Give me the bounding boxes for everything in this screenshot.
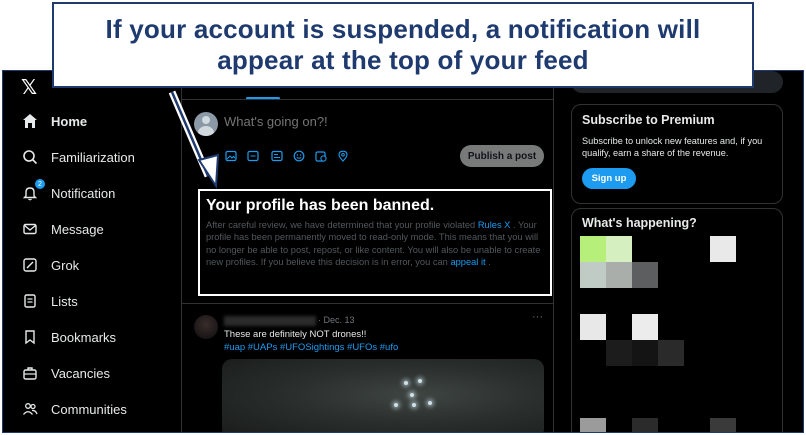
sidebar-item-notification[interactable]: 2 Notification [21, 178, 115, 208]
publish-post-button[interactable]: Publish a post [460, 145, 544, 167]
callout-line-2: appear at the top of your feed [217, 45, 589, 75]
light-dot [394, 403, 398, 407]
x-app-window: 𝕏 Home Familiarization 2 Notification Me… [2, 70, 804, 433]
pixelated-block [580, 314, 606, 340]
pixelated-block [580, 418, 606, 432]
gif-icon[interactable] [246, 149, 260, 163]
people-icon [21, 400, 39, 418]
mail-icon [21, 220, 39, 238]
pixelated-block [632, 314, 658, 340]
light-dot [418, 379, 422, 383]
avatar[interactable] [194, 112, 218, 136]
compose-box [182, 99, 553, 181]
sidebar-item-vacancies[interactable]: Vacancies [21, 358, 110, 388]
rules-link[interactable]: Rules X [478, 220, 511, 230]
premium-text: Subscribe to unlock new features and, if… [582, 136, 763, 158]
sign-up-button[interactable]: Sign up [582, 168, 636, 189]
sidebar-item-label: Communities [51, 401, 127, 417]
sidebar-item-label: Grok [51, 257, 80, 273]
light-dot [404, 381, 408, 385]
sidebar-item-label: Message [51, 221, 104, 237]
suspension-message: After careful review, we have determined… [206, 219, 544, 268]
suspension-text-part: After careful review, we have determined… [206, 220, 478, 230]
pixelated-block [632, 340, 658, 366]
premium-card: Subscribe to Premium Subscribe to unlock… [571, 104, 783, 204]
pixelated-block [606, 262, 632, 288]
light-dot [412, 403, 416, 407]
x-logo[interactable]: 𝕏 [21, 75, 37, 100]
pixelated-block [658, 340, 684, 366]
image-icon[interactable] [224, 149, 238, 163]
poll-icon[interactable] [270, 149, 284, 163]
tweet-media-image[interactable] [222, 359, 544, 432]
feed-divider [182, 303, 553, 304]
suspension-title: Your profile has been banned. [206, 197, 435, 214]
light-dot [428, 401, 432, 405]
sidebar-item-label: Bookmarks [51, 329, 117, 345]
pixelated-block [580, 262, 606, 288]
pixelated-block [632, 418, 658, 432]
home-icon [21, 112, 39, 130]
callout-text: If your account is suspended, a notifica… [106, 14, 701, 76]
annotation-callout: If your account is suspended, a notifica… [52, 2, 754, 88]
callout-line-1: If your account is suspended, a notifica… [105, 14, 701, 44]
main-feed: Publish a post Your profile has been ban… [181, 71, 554, 432]
premium-title: Subscribe to Premium [582, 113, 715, 127]
bookmark-icon [21, 328, 39, 346]
tweet-date[interactable]: · Dec. 13 [318, 315, 355, 325]
suspension-text-part: . [485, 256, 491, 267]
sidebar-item-label: Home [51, 113, 88, 129]
sidebar-item-label: Familiarization [51, 149, 135, 165]
sidebar-item-label: Notification [51, 185, 116, 201]
whats-happening-title: What's happening? [582, 216, 697, 230]
tweet-author-blurred[interactable] [224, 316, 316, 326]
list-icon [21, 292, 39, 310]
sidebar-item-lists[interactable]: Lists [21, 286, 78, 316]
suspension-notice: Your profile has been banned. After care… [198, 189, 552, 296]
notification-badge: 2 [35, 179, 45, 189]
compose-input[interactable] [224, 114, 524, 129]
search-icon [21, 148, 39, 166]
location-icon[interactable] [336, 149, 350, 163]
right-sidebar: Subscribe to Premium Subscribe to unlock… [568, 71, 803, 432]
tweet-hashtags[interactable]: #uap #UAPs #UFOSightings #UFOs #ufo [224, 342, 398, 353]
appeal-link[interactable]: appeal it [450, 257, 485, 267]
pixelated-block [580, 236, 606, 262]
sidebar-item-message[interactable]: Message [21, 214, 104, 244]
pixelated-block [606, 236, 632, 262]
whats-happening-card: What's happening? [571, 208, 783, 432]
pixelated-block [710, 236, 736, 262]
pixelated-block [632, 262, 658, 288]
pixelated-block [606, 340, 632, 366]
sidebar-item-familiarization[interactable]: Familiarization [21, 142, 135, 172]
sidebar-item-communities[interactable]: Communities [21, 394, 127, 424]
sidebar-item-bookmarks[interactable]: Bookmarks [21, 322, 116, 352]
sidebar-item-home[interactable]: Home [21, 106, 87, 136]
grok-icon [21, 256, 39, 274]
emoji-icon[interactable] [292, 149, 306, 163]
tweet-text: These are definitely NOT drones!! [224, 329, 367, 340]
sidebar-item-label: Lists [51, 293, 78, 309]
briefcase-icon [21, 364, 39, 382]
schedule-icon[interactable] [314, 149, 328, 163]
pixelated-block [710, 418, 736, 432]
sidebar-item-grok[interactable]: Grok [21, 250, 79, 280]
sidebar-nav: 𝕏 Home Familiarization 2 Notification Me… [3, 71, 179, 432]
more-options-icon[interactable]: ··· [532, 311, 543, 323]
bell-icon: 2 [21, 179, 45, 202]
light-dot [410, 393, 414, 397]
sidebar-item-label: Vacancies [51, 365, 111, 381]
tweet-avatar[interactable] [194, 315, 218, 339]
